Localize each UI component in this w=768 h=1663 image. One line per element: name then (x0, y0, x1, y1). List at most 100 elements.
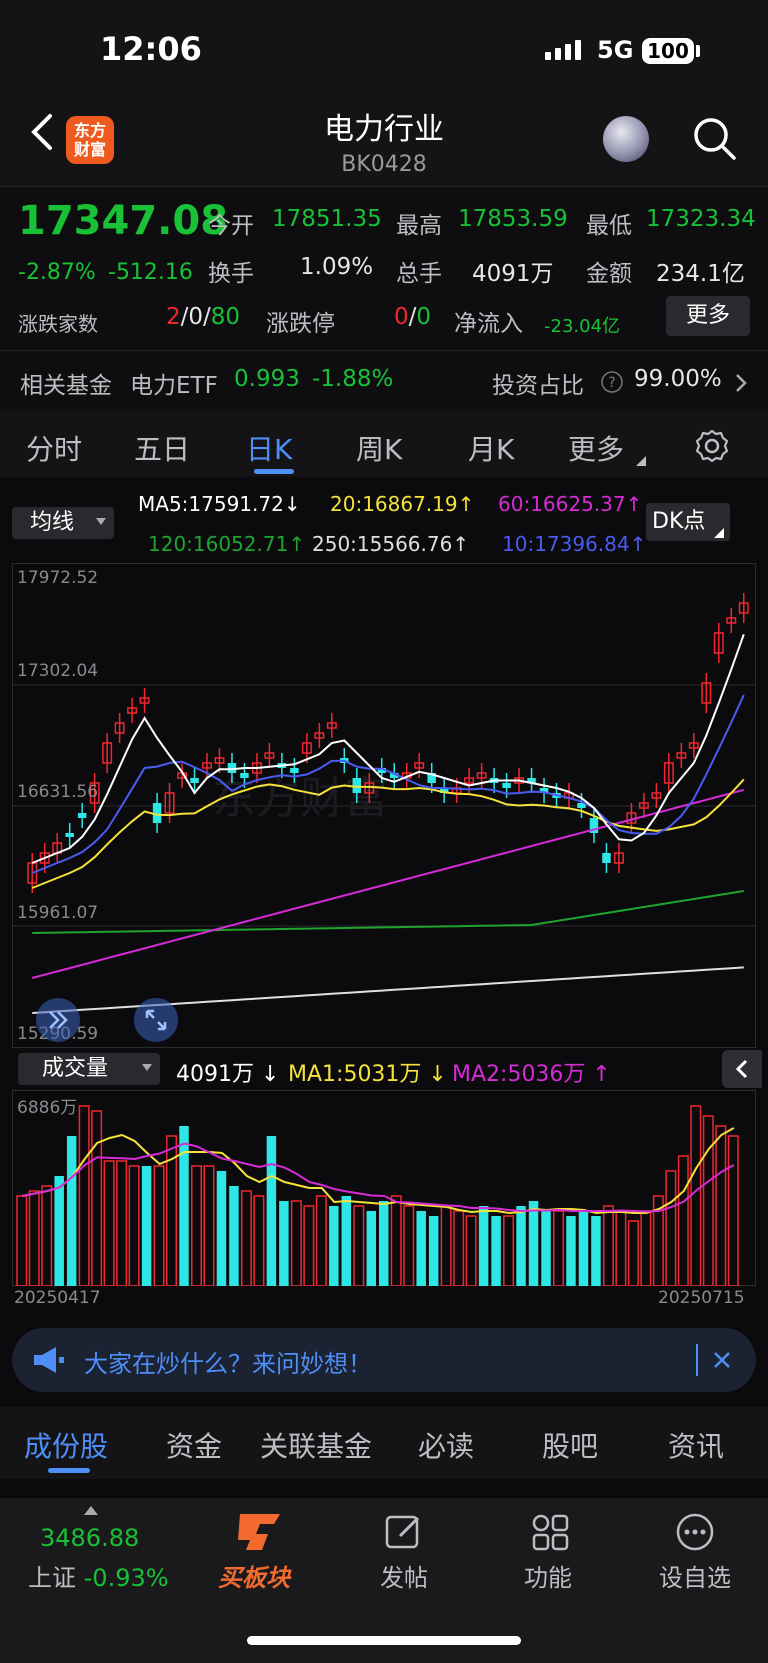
limit-down: 0 (416, 304, 432, 330)
buy-sector-icon[interactable] (234, 1510, 286, 1554)
inflow-label: 净流入 (454, 311, 523, 337)
search-icon[interactable] (692, 116, 738, 162)
tab-monthly-k[interactable]: 月K (468, 428, 514, 468)
volume-bar (116, 1160, 128, 1286)
volume-bar (715, 1125, 727, 1286)
low-value: 17323.34 (646, 206, 756, 232)
ma5-value: MA5:17591.72↓ (138, 492, 301, 516)
assistant-robot-icon[interactable] (603, 116, 649, 162)
volume-bar (240, 1190, 252, 1286)
tab-five-day[interactable]: 五日 (134, 428, 190, 468)
function-label[interactable]: 功能 (508, 1558, 588, 1593)
ma5-text: MA5:17591.72 (138, 492, 284, 516)
volume-bar (128, 1165, 140, 1286)
tab-forum[interactable]: 股吧 (542, 1425, 598, 1465)
breadth-sep2: / (203, 304, 211, 330)
ma120-line (32, 890, 744, 934)
ma60-line (31, 788, 745, 979)
tab-components[interactable]: 成份股 (24, 1425, 108, 1465)
volume-bar (640, 1210, 652, 1286)
open-label: 今开 (208, 213, 254, 239)
amount-value: 234.1亿 (656, 261, 745, 287)
watchlist-label[interactable]: 设自选 (650, 1558, 740, 1593)
candle (352, 778, 362, 793)
tab-intraday[interactable]: 分时 (26, 428, 82, 468)
volume-bar (66, 1136, 77, 1286)
edit-icon[interactable] (384, 1512, 424, 1552)
volume-today-text: 4091万 (176, 1062, 254, 1087)
volume-bar (602, 1205, 614, 1286)
home-indicator (247, 1636, 521, 1645)
volume-ma2-text: MA2:5036万 (452, 1062, 586, 1087)
volume-chart[interactable] (12, 1090, 756, 1286)
tab-daily-k[interactable]: 日K (246, 428, 292, 468)
tab-weekly-k[interactable]: 周K (356, 428, 402, 468)
ask-banner-text: 大家在炒什么？来问妙想！ (84, 1350, 372, 1378)
volume-bar (516, 1206, 526, 1286)
ma10-text: 10:17396.84 (502, 532, 630, 556)
megaphone-icon (34, 1347, 64, 1373)
volume-bar (54, 1176, 64, 1286)
volume-bar (153, 1165, 165, 1286)
ma250-text: 250:15566.76 (312, 532, 453, 556)
volume-bar (541, 1211, 551, 1286)
breadth-label: 涨跌家数 (18, 312, 98, 336)
volume-bar (615, 1210, 627, 1286)
volume-bar (416, 1211, 426, 1286)
network-type: 5G (597, 36, 634, 64)
status-time: 12:06 (100, 30, 202, 68)
volume-bar (141, 1166, 152, 1286)
inflow-value: -23.04亿 (544, 316, 621, 337)
kline-svg: 东方财富 (12, 593, 756, 1014)
grid-apps-icon[interactable] (530, 1512, 570, 1552)
tab-capital[interactable]: 资金 (166, 1425, 222, 1465)
index-change: -0.93% (83, 1564, 169, 1592)
volume-bar (690, 1105, 702, 1286)
fullscreen-button[interactable] (134, 998, 178, 1042)
post-label[interactable]: 发帖 (364, 1558, 444, 1593)
more-dots-icon[interactable] (675, 1512, 715, 1552)
more-button[interactable]: 更多 (666, 296, 750, 336)
candle (240, 773, 249, 778)
current-price: 17347.08 (18, 198, 229, 244)
date-end-label: 20250715 (658, 1288, 745, 1308)
volume-bar (528, 1201, 539, 1286)
gear-icon[interactable] (694, 428, 730, 464)
chevron-right-icon[interactable] (734, 372, 748, 394)
volume-bar (453, 1210, 465, 1286)
volume-today: 4091万 ↓ (176, 1062, 280, 1087)
tab-news[interactable]: 资讯 (668, 1425, 724, 1465)
change-pct: -2.87% (18, 260, 96, 285)
help-icon[interactable]: ? (600, 370, 624, 394)
dk-point-label: DK点 (652, 509, 706, 534)
open-value: 17851.35 (272, 206, 382, 232)
volume-bar (503, 1215, 515, 1286)
volume-bar (465, 1215, 477, 1286)
ratio-label: 投资占比 (492, 373, 584, 399)
kline-chart[interactable]: 东方财富 (12, 563, 756, 1048)
tab-must-read[interactable]: 必读 (418, 1425, 474, 1465)
breadth-flat: 0 (188, 304, 204, 330)
volume-value: 4091万 (472, 261, 554, 287)
ma10-value: 10:17396.84↑ (502, 532, 647, 556)
index-label: 上证 -0.93% (28, 1558, 169, 1593)
close-icon[interactable] (712, 1350, 732, 1370)
candles (27, 593, 749, 893)
volume-bar (428, 1216, 439, 1286)
tab-related-funds[interactable]: 关联基金 (260, 1425, 372, 1465)
tab-more[interactable]: 更多 (568, 428, 624, 468)
limit-up: 0 (394, 304, 409, 330)
buy-sector-label[interactable]: 买板块 (218, 1558, 290, 1593)
volume-bar (553, 1210, 564, 1286)
volume-ma1: MA1:5031万 ↓ (288, 1062, 447, 1087)
volume-bar (491, 1216, 501, 1286)
turnover-value: 1.09% (300, 254, 374, 280)
expand-left-button[interactable] (36, 998, 80, 1042)
volume-indicator-selector[interactable]: 成交量 (18, 1053, 160, 1085)
up-arrow-icon[interactable] (84, 1506, 98, 1515)
index-value[interactable]: 3486.88 (40, 1524, 139, 1552)
collapse-panel-button[interactable] (722, 1050, 762, 1088)
ma250-value: 250:15566.76↑ (312, 532, 470, 556)
volume-svg (16, 1105, 739, 1286)
ma60-text: 60:16625.37 (498, 492, 626, 516)
